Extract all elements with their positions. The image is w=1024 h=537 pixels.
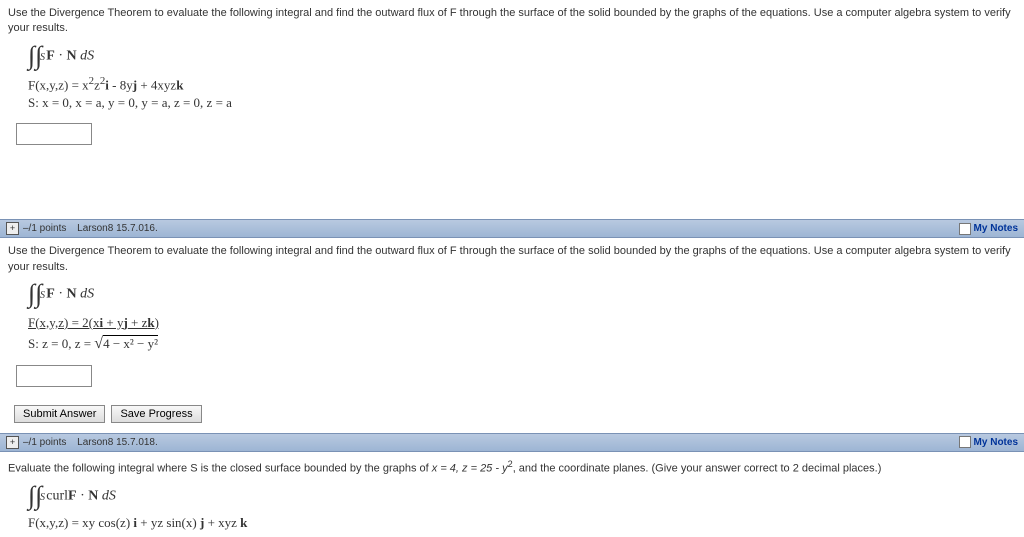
question-2-header: + –/1 points Larson8 15.7.016. My Notes — [0, 219, 1024, 238]
my-notes-label: My Notes — [974, 437, 1018, 448]
q2-answer-input[interactable] — [16, 365, 92, 387]
q2-integrand: F · N dS — [46, 287, 94, 302]
my-notes-button[interactable]: My Notes — [959, 223, 1018, 235]
q1-integral: ∫S∫ F · N dS — [28, 43, 1016, 69]
ref-label: Larson8 15.7.018. — [77, 437, 158, 448]
q1-integrand: F · N dS — [46, 48, 94, 63]
expand-button[interactable]: + — [6, 222, 19, 235]
q3-fdef: F(x,y,z) = xy cos(z) i + yz sin(x) j + x… — [28, 515, 1016, 531]
question-3: Evaluate the following integral where S … — [0, 452, 1024, 537]
q1-prompt: Use the Divergence Theorem to evaluate t… — [8, 6, 1016, 37]
q2-prompt: Use the Divergence Theorem to evaluate t… — [8, 244, 1016, 275]
expand-button[interactable]: + — [6, 436, 19, 449]
q3-prompt: Evaluate the following integral where S … — [8, 458, 1016, 477]
q3-integrand: curlF · N dS — [46, 489, 116, 504]
integral-sign: ∫ — [35, 43, 42, 69]
question-2: Use the Divergence Theorem to evaluate t… — [0, 238, 1024, 433]
q1-fdef: F(x,y,z) = x2z2i - 8yj + 4xyzk — [28, 75, 1016, 93]
q2-sdef: S: z = 0, z = √4 − x² − y² — [28, 335, 1016, 353]
integral-sign: ∫ — [35, 281, 42, 307]
q2-integral: ∫S∫ F · N dS — [28, 281, 1016, 307]
q1-sdef: S: x = 0, x = a, y = 0, y = a, z = 0, z … — [28, 95, 1016, 111]
q2-fdef: F(x,y,z) = 2(xi + yj + zk) — [28, 315, 159, 331]
my-notes-label: My Notes — [974, 223, 1018, 234]
q3-integral: ∫S∫ curlF · N dS — [28, 483, 1016, 509]
question-1: Use the Divergence Theorem to evaluate t… — [0, 0, 1024, 159]
integral-sign: ∫ — [35, 483, 42, 509]
points-label: –/1 points — [23, 437, 66, 448]
my-notes-button[interactable]: My Notes — [959, 436, 1018, 448]
q1-answer-input[interactable] — [16, 123, 92, 145]
submit-answer-button[interactable]: Submit Answer — [14, 405, 105, 423]
points-label: –/1 points — [23, 223, 66, 234]
ref-label: Larson8 15.7.016. — [77, 223, 158, 234]
notes-checkbox-icon — [959, 436, 971, 448]
spacer — [0, 159, 1024, 219]
header-left: + –/1 points Larson8 15.7.016. — [6, 222, 158, 235]
question-3-header: + –/1 points Larson8 15.7.018. My Notes — [0, 433, 1024, 452]
notes-checkbox-icon — [959, 223, 971, 235]
save-progress-button[interactable]: Save Progress — [111, 405, 201, 423]
header-left: + –/1 points Larson8 15.7.018. — [6, 436, 158, 449]
button-row: Submit Answer Save Progress — [14, 405, 1016, 423]
